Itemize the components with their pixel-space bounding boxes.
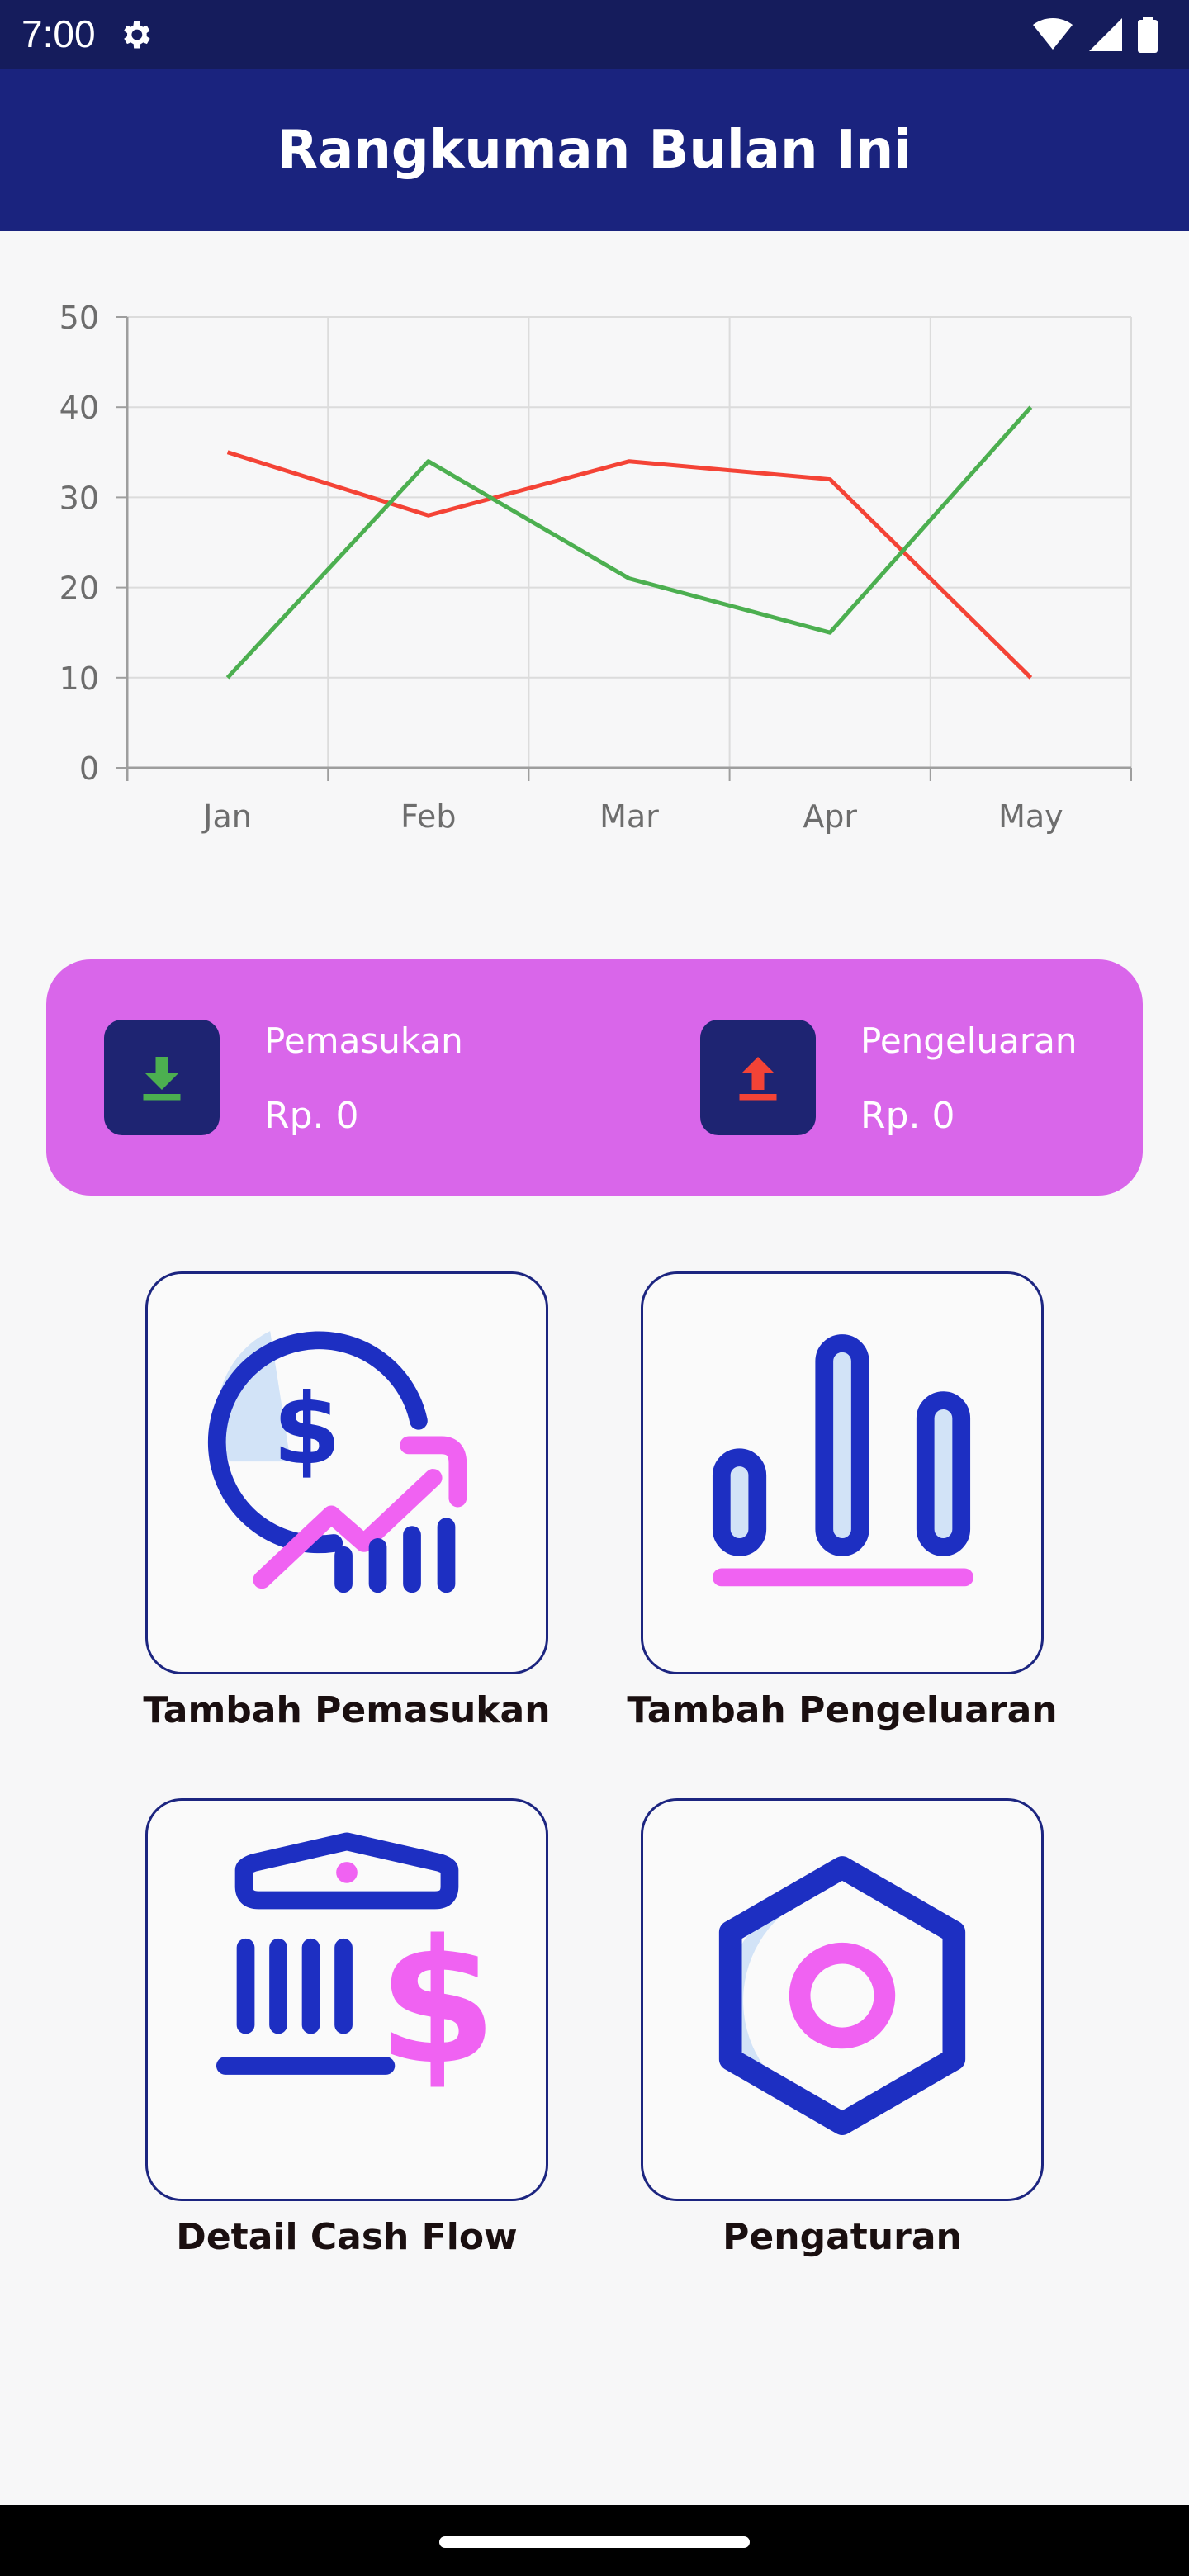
signal-icon [1089,18,1122,51]
svg-text:$: $ [377,1902,496,2102]
wifi-icon [1033,18,1073,50]
chart-xtick-label: Apr [803,798,857,835]
battery-icon [1138,17,1158,53]
bank-dollar-icon: $ [216,1832,497,2102]
chart-ytick-label: 40 [59,390,99,426]
settings-label: Pengaturan [722,2216,962,2258]
chart-xtick-label: May [998,798,1063,835]
settings-gear-icon [718,1856,966,2135]
page-title: Rangkuman Bulan Ini [277,120,912,181]
chart-series-line-2 [225,405,1033,680]
app-bar: Rangkuman Bulan Ini [0,69,1189,231]
chart-ytick-label: 50 [59,300,99,336]
chart-ytick-label: 10 [59,661,99,697]
add-expense-button[interactable] [641,1271,1044,1674]
money-growth-icon: $ [207,1331,467,1593]
cash-flow-detail-button[interactable]: $ [145,1798,548,2201]
home-indicator[interactable] [439,2536,750,2548]
chart-series-line-1 [226,450,1033,680]
monthly-line-chart: 0 10 20 30 40 50 Jan Feb Mar Apr May [59,300,1132,835]
status-bar: 7:00 [0,0,1189,69]
system-nav-bar [0,2505,1189,2576]
chart-ytick-label: 30 [59,480,99,516]
chart-xtick-label: Feb [400,798,456,835]
expense-icon-box [700,1020,816,1135]
bar-chart-icon [712,1334,974,1587]
cash-flow-detail-label: Detail Cash Flow [176,2216,518,2258]
add-income-button[interactable]: $ [145,1271,548,1674]
chart-xtick-label: Mar [599,798,659,835]
income-icon-box [104,1020,220,1135]
expense-label: Pengeluaran [860,1020,1078,1061]
income-value: Rp. 0 [264,1095,359,1137]
add-expense-label: Tambah Pengeluaran [627,1689,1058,1731]
settings-status-icon [124,21,150,49]
income-label: Pemasukan [264,1020,463,1061]
chart-xtick-label: Jan [201,798,252,835]
settings-button[interactable] [641,1798,1044,2201]
upload-icon [739,1057,777,1101]
status-time: 7:00 [21,12,96,55]
svg-text:$: $ [272,1372,340,1486]
expense-value: Rp. 0 [860,1095,955,1137]
summary-card: Pemasukan Rp. 0 Pengeluaran Rp. 0 [46,959,1143,1196]
chart-ytick-label: 20 [59,571,99,607]
download-icon [143,1057,181,1101]
chart-ytick-label: 0 [79,751,99,787]
add-income-label: Tambah Pemasukan [143,1689,551,1731]
